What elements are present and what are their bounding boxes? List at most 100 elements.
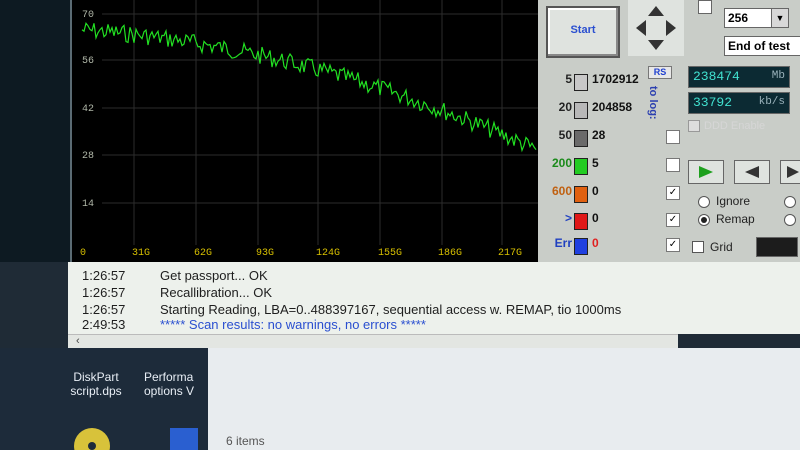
chevron-down-icon[interactable]: ▼ [771,9,788,27]
x-tick: 31G [132,248,151,259]
log-text: Starting Reading, LBA=0..488397167, sequ… [160,302,622,317]
start-label: Start [570,24,596,36]
desktop-icon-label: Performa options V [144,370,195,398]
histogram-color-box [574,186,588,203]
y-tick-70: 70 [82,10,95,21]
x-tick: 186G [438,248,463,259]
ddd-checkbox[interactable] [688,120,700,132]
log-entry: 1:26:57 Recallibration... OK [82,285,272,300]
end-action-value: End of test [728,39,790,53]
speed-unit: kb/s [758,96,785,108]
log-entry: 1:26:57 Get passport... OK [82,268,268,283]
ddd-enable-option[interactable]: DDD Enable [688,120,766,132]
histogram-color-box [574,158,588,175]
histogram-count: 5 [592,156,599,170]
histogram-threshold: 600 [551,184,572,198]
total-mb-display: 238474 Mb [688,66,790,88]
ignore-label: Ignore [716,194,751,208]
log-checkbox[interactable]: ✓ [666,238,680,252]
histogram-row: 20 204858 [546,100,681,120]
play-button[interactable] [688,160,724,184]
histogram-color-box [574,130,588,147]
histogram-row: 50 28 [546,128,681,148]
window-icon[interactable] [168,426,200,450]
total-mb-value: 238474 [693,69,740,84]
ignore-radio[interactable]: Ignore [698,194,750,208]
log-panel: 1:26:57 Get passport... OK 1:26:57 Recalli… [68,262,800,334]
histogram-count: 204858 [592,100,633,114]
histogram-row: 5 1702912 [546,72,681,92]
direction-pad[interactable] [628,0,684,56]
radio-selected-icon[interactable] [698,214,710,226]
histogram-threshold: 200 [551,156,572,170]
log-text: ***** Scan results: no warnings, no erro… [160,317,426,332]
histogram-count: 0 [592,211,599,225]
play-icon [699,166,713,178]
remap-radio[interactable]: Remap [698,212,755,226]
histogram-row: 600 0 ✓ [546,184,681,204]
speed-display: 33792 kb/s [688,92,790,114]
histogram-count: 0 [592,236,599,250]
x-tick: 93G [256,248,275,259]
histogram-threshold: > [564,211,572,225]
speed-value: 33792 [693,95,733,110]
end-action-select[interactable]: End of test [724,36,800,56]
x-tick: 124G [316,248,341,259]
y-tick-14: 14 [82,199,95,210]
log-checkbox[interactable]: ✓ [666,213,680,227]
grid-checkbox[interactable] [692,241,704,253]
forward-icon [787,166,799,178]
log-time: 1:26:57 [82,285,126,300]
histogram-row: 200 5 [546,156,681,176]
log-time: 1:26:57 [82,268,126,283]
y-tick-42: 42 [82,104,95,115]
x-tick: 217G [498,248,523,259]
timer-display [756,237,798,257]
radio-icon[interactable] [698,196,710,208]
log-entry: 2:49:53 ***** Scan results: no warnings, … [82,317,426,332]
log-time: 1:26:57 [82,302,126,317]
log-checkbox[interactable] [666,130,680,144]
log-checkbox[interactable] [666,158,680,172]
histogram-color-box [574,74,588,91]
file-explorer-window: 6 items [208,348,800,450]
forward-button[interactable] [780,160,800,184]
histogram-threshold: 5 [565,72,572,86]
histogram-count: 28 [592,128,606,142]
x-tick: 155G [378,248,403,259]
log-checkbox[interactable]: ✓ [666,186,680,200]
log-scrollbar[interactable]: ‹ [68,334,678,349]
block-size-value: 256 [728,11,749,25]
histogram-count: 0 [592,184,599,198]
histogram-color-box [574,238,588,255]
chevron-left-icon[interactable]: ‹ [76,335,80,347]
radio-icon[interactable] [784,196,796,208]
log-text: Get passport... OK [160,268,268,283]
histogram-count: 1702912 [592,72,639,86]
histogram-color-box [574,213,588,230]
remap-label: Remap [716,212,755,226]
disc-icon[interactable] [72,422,112,450]
back-icon [745,166,759,178]
option-checkbox[interactable] [698,0,712,14]
histogram-threshold: 20 [558,100,572,114]
graph-plot [81,0,540,245]
histogram-threshold: 50 [558,128,572,142]
left-bezel [0,0,70,262]
log-entry: 1:26:57 Starting Reading, LBA=0..48839716… [82,302,621,317]
control-panel: Start 256 ▼ End of test RS to log: 5 170… [538,0,800,262]
histogram-color-box [574,102,588,119]
total-mb-unit: Mb [771,70,785,82]
desktop-icon-performance[interactable]: Performa options V [144,370,208,398]
grid-label: Grid [710,240,733,254]
grid-option[interactable]: Grid [692,240,733,254]
block-size-select[interactable]: 256 ▼ [724,8,789,28]
radio-icon[interactable] [784,214,796,226]
desktop-icon-label: DiskPart script.dps [70,370,122,398]
start-button[interactable]: Start [546,6,620,58]
desktop-icon-diskpart[interactable]: DiskPart script.dps [56,370,136,398]
y-tick-56: 56 [82,56,95,67]
y-tick-28: 28 [82,151,95,162]
rewind-button[interactable] [734,160,770,184]
ddd-label: DDD Enable [704,120,766,132]
